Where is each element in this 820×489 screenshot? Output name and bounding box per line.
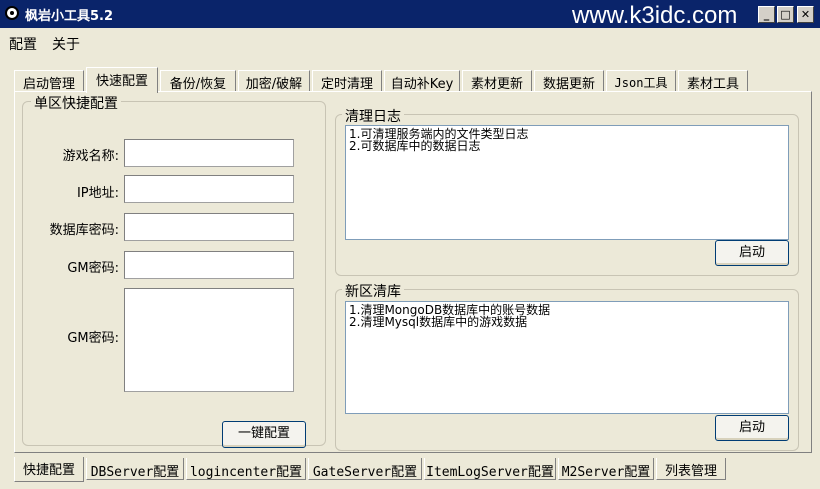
gm-password-label: GM密码: [67,261,119,276]
tab-quick-config[interactable]: 快速配置 [86,67,158,93]
new-zone-start-button[interactable]: 启动 [715,415,789,441]
minimize-button[interactable]: _ [758,6,775,23]
new-zone-textarea[interactable]: 1.清理MongoDB数据库中的账号数据 2.清理Mysql数据库中的游戏数据 [345,301,789,414]
gm-password-input[interactable] [124,251,294,279]
window-title: 枫岩小工具5.2 [25,9,114,24]
quick-config-panel: 单区快捷配置 游戏名称: IP地址: 数据库密码: GM密码: GM密码: 一键… [14,91,812,453]
new-zone-title: 新区清库 [342,281,404,301]
menu-about[interactable]: 关于 [52,34,80,54]
btab-list-manage[interactable]: 列表管理 [656,458,726,480]
title-bar[interactable]: 枫岩小工具5.2 www.k3idc.com _ □ ✕ [0,0,820,29]
one-click-config-button[interactable]: 一键配置 [222,421,306,448]
clear-log-line-2: 2.可数据库中的数据日志 [349,139,481,153]
btab-gateserver-config[interactable]: GateServer配置 [308,458,422,480]
game-name-label: 游戏名称: [62,149,119,164]
tab-asset-update[interactable]: 素材更新 [462,70,532,92]
app-window: 枫岩小工具5.2 www.k3idc.com _ □ ✕ 配置 关于 启动管理 … [0,0,820,489]
watermark-text: www.k3idc.com [572,2,738,29]
btab-m2server-config[interactable]: M2Server配置 [558,458,654,480]
new-zone-line-2: 2.清理Mysql数据库中的游戏数据 [349,315,528,329]
tab-auto-key[interactable]: 自动补Key [384,70,460,92]
menu-config[interactable]: 配置 [9,34,37,54]
btab-logincenter-config[interactable]: logincenter配置 [186,458,306,480]
tab-json-tool[interactable]: Json工具 [606,70,676,92]
ip-address-label: IP地址: [76,186,119,201]
db-password-input[interactable] [124,213,294,241]
clear-log-title: 清理日志 [342,106,404,126]
new-zone-group: 新区清库 1.清理MongoDB数据库中的账号数据 2.清理Mysql数据库中的… [335,281,799,451]
clear-log-textarea[interactable]: 1.可清理服务端内的文件类型日志 2.可数据库中的数据日志 [345,125,789,240]
tab-asset-tool[interactable]: 素材工具 [678,70,748,92]
tab-startup-manage[interactable]: 启动管理 [14,70,84,92]
tab-encrypt-crack[interactable]: 加密/破解 [238,70,310,92]
game-name-input[interactable] [124,139,294,167]
tab-backup-restore[interactable]: 备份/恢复 [160,70,236,92]
single-config-group: 单区快捷配置 游戏名称: IP地址: 数据库密码: GM密码: GM密码: 一键… [22,93,326,448]
ip-address-input[interactable] [124,175,294,203]
tab-data-update[interactable]: 数据更新 [534,70,604,92]
btab-dbserver-config[interactable]: DBServer配置 [86,458,184,480]
gm-password-2-input[interactable] [124,288,294,392]
single-config-title: 单区快捷配置 [31,93,121,113]
btab-itemlogserver-config[interactable]: ItemLogServer配置 [424,458,556,480]
clear-log-start-button[interactable]: 启动 [715,240,789,266]
app-logo-icon [5,6,19,20]
menu-bar: 配置 关于 [0,28,820,58]
tab-timed-clean[interactable]: 定时清理 [312,70,382,92]
maximize-button[interactable]: □ [777,6,794,23]
gm-password-2-label: GM密码: [67,331,119,346]
db-password-label: 数据库密码: [49,223,119,238]
close-button[interactable]: ✕ [797,6,814,23]
clear-log-group: 清理日志 1.可清理服务端内的文件类型日志 2.可数据库中的数据日志 启动 [335,106,799,276]
btab-quick-config[interactable]: 快捷配置 [14,457,84,482]
